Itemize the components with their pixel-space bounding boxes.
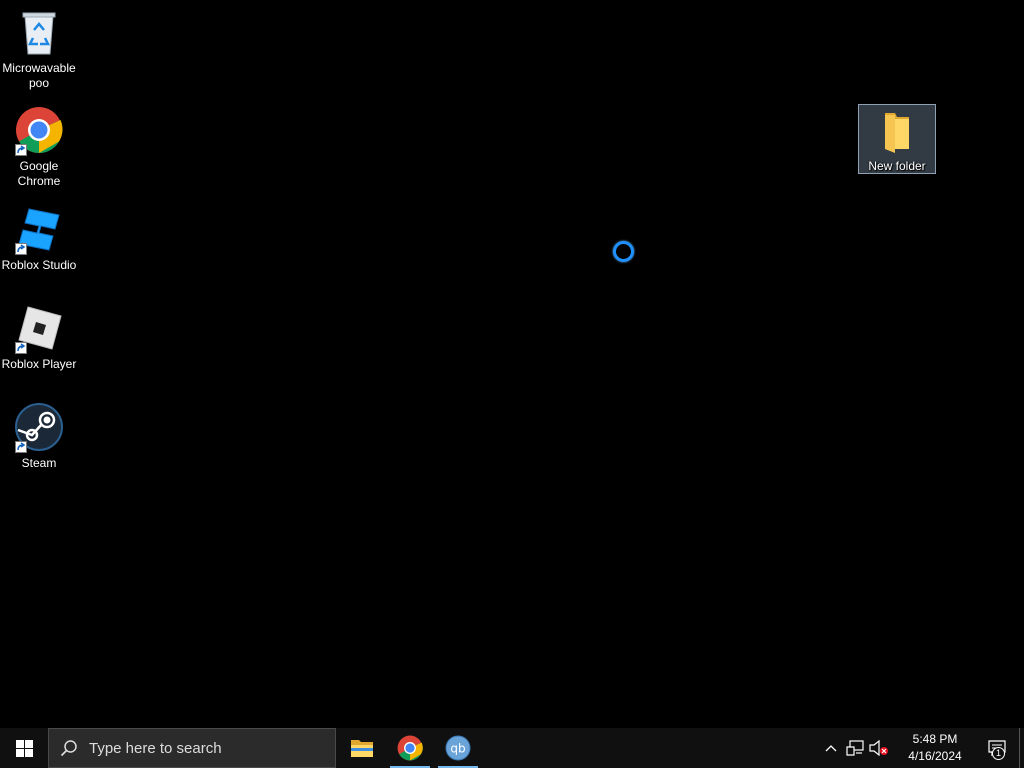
- folder-icon: [873, 109, 921, 159]
- chevron-up-icon: [825, 745, 837, 752]
- desktop-icon-label: Roblox Player: [1, 357, 77, 371]
- windows-logo-icon: [15, 739, 33, 757]
- desktop-icon-roblox-studio[interactable]: Roblox Studio: [0, 205, 78, 273]
- desktop-icon-label: Roblox Studio: [1, 258, 77, 272]
- chrome-icon: [15, 106, 63, 156]
- busy-spinner-icon: [613, 241, 634, 262]
- network-button[interactable]: [843, 728, 867, 768]
- clock-date: 4/16/2024: [908, 749, 962, 763]
- roblox-studio-icon: [15, 205, 63, 255]
- file-explorer-icon: [351, 740, 373, 757]
- notification-count-badge: 1: [992, 747, 1005, 760]
- desktop-icon-roblox-player[interactable]: Roblox Player: [0, 304, 78, 372]
- start-button[interactable]: [0, 728, 48, 768]
- action-center-button[interactable]: 1: [975, 728, 1019, 768]
- shortcut-arrow-icon: [15, 144, 27, 156]
- search-icon: [49, 739, 89, 757]
- desktop-icon-label: Microwavable poo: [2, 61, 76, 90]
- show-desktop-button[interactable]: [1019, 728, 1024, 768]
- desktop[interactable]: Microwavable poo Google Chrome Roblox St…: [0, 0, 1024, 728]
- shortcut-arrow-icon: [15, 441, 27, 453]
- desktop-icon-label: Google Chrome: [17, 159, 61, 188]
- clock[interactable]: 5:48 PM 4/16/2024: [895, 731, 975, 765]
- volume-muted-icon: [869, 740, 888, 756]
- search-placeholder: Type here to search: [89, 739, 222, 757]
- desktop-icon-label: New folder: [868, 159, 926, 173]
- svg-text:qb: qb: [450, 742, 465, 756]
- recycle-bin-icon: [15, 8, 63, 58]
- clock-time: 5:48 PM: [912, 732, 958, 746]
- desktop-icon-recycle-bin[interactable]: Microwavable poo: [0, 8, 78, 91]
- network-icon: [846, 740, 864, 756]
- chrome-icon: [397, 735, 423, 761]
- taskbar-app-chrome[interactable]: [386, 728, 434, 768]
- desktop-icon-new-folder[interactable]: New folder: [858, 104, 936, 174]
- show-hidden-icons-button[interactable]: [819, 728, 843, 768]
- roblox-player-icon: [15, 304, 63, 354]
- desktop-icon-google-chrome[interactable]: Google Chrome: [0, 106, 78, 189]
- shortcut-arrow-icon: [15, 342, 27, 354]
- taskbar-app-qbittorrent[interactable]: qb: [434, 728, 482, 768]
- desktop-icon-label: Steam: [21, 456, 57, 470]
- steam-icon: [15, 403, 63, 453]
- qbittorrent-icon: qb: [445, 735, 471, 761]
- search-input[interactable]: Type here to search: [48, 728, 336, 768]
- desktop-icon-steam[interactable]: Steam: [0, 403, 78, 471]
- shortcut-arrow-icon: [15, 243, 27, 255]
- taskbar: Type here to search qb 5:48 PM 4/16/2024…: [0, 728, 1024, 768]
- volume-button[interactable]: [867, 728, 891, 768]
- taskbar-app-file-explorer[interactable]: [338, 728, 386, 768]
- system-tray: 5:48 PM 4/16/2024 1: [819, 728, 1024, 768]
